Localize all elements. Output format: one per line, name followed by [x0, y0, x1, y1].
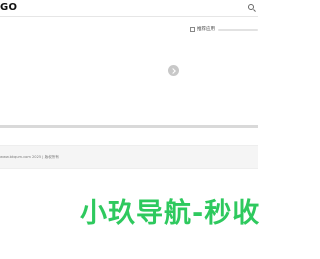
recommend-apps-label: 推荐应用: [197, 27, 215, 32]
search-icon-handle: [253, 9, 256, 12]
site-logo[interactable]: GO: [0, 2, 17, 13]
page-footer: www.bkqum.com 2025 | 版权所有: [0, 145, 258, 169]
watermark-text: 小玖导航-秒收: [80, 198, 261, 229]
copyright-text: www.bkqum.com 2025 | 版权所有: [0, 155, 60, 159]
search-icon[interactable]: [247, 3, 257, 13]
top-header: GO: [0, 0, 258, 17]
recommend-underline: [218, 29, 258, 31]
grid-icon: [190, 27, 195, 32]
section-divider: [0, 125, 258, 128]
chevron-right-icon[interactable]: [168, 65, 179, 76]
recommend-apps-tab[interactable]: 推荐应用: [190, 25, 215, 34]
